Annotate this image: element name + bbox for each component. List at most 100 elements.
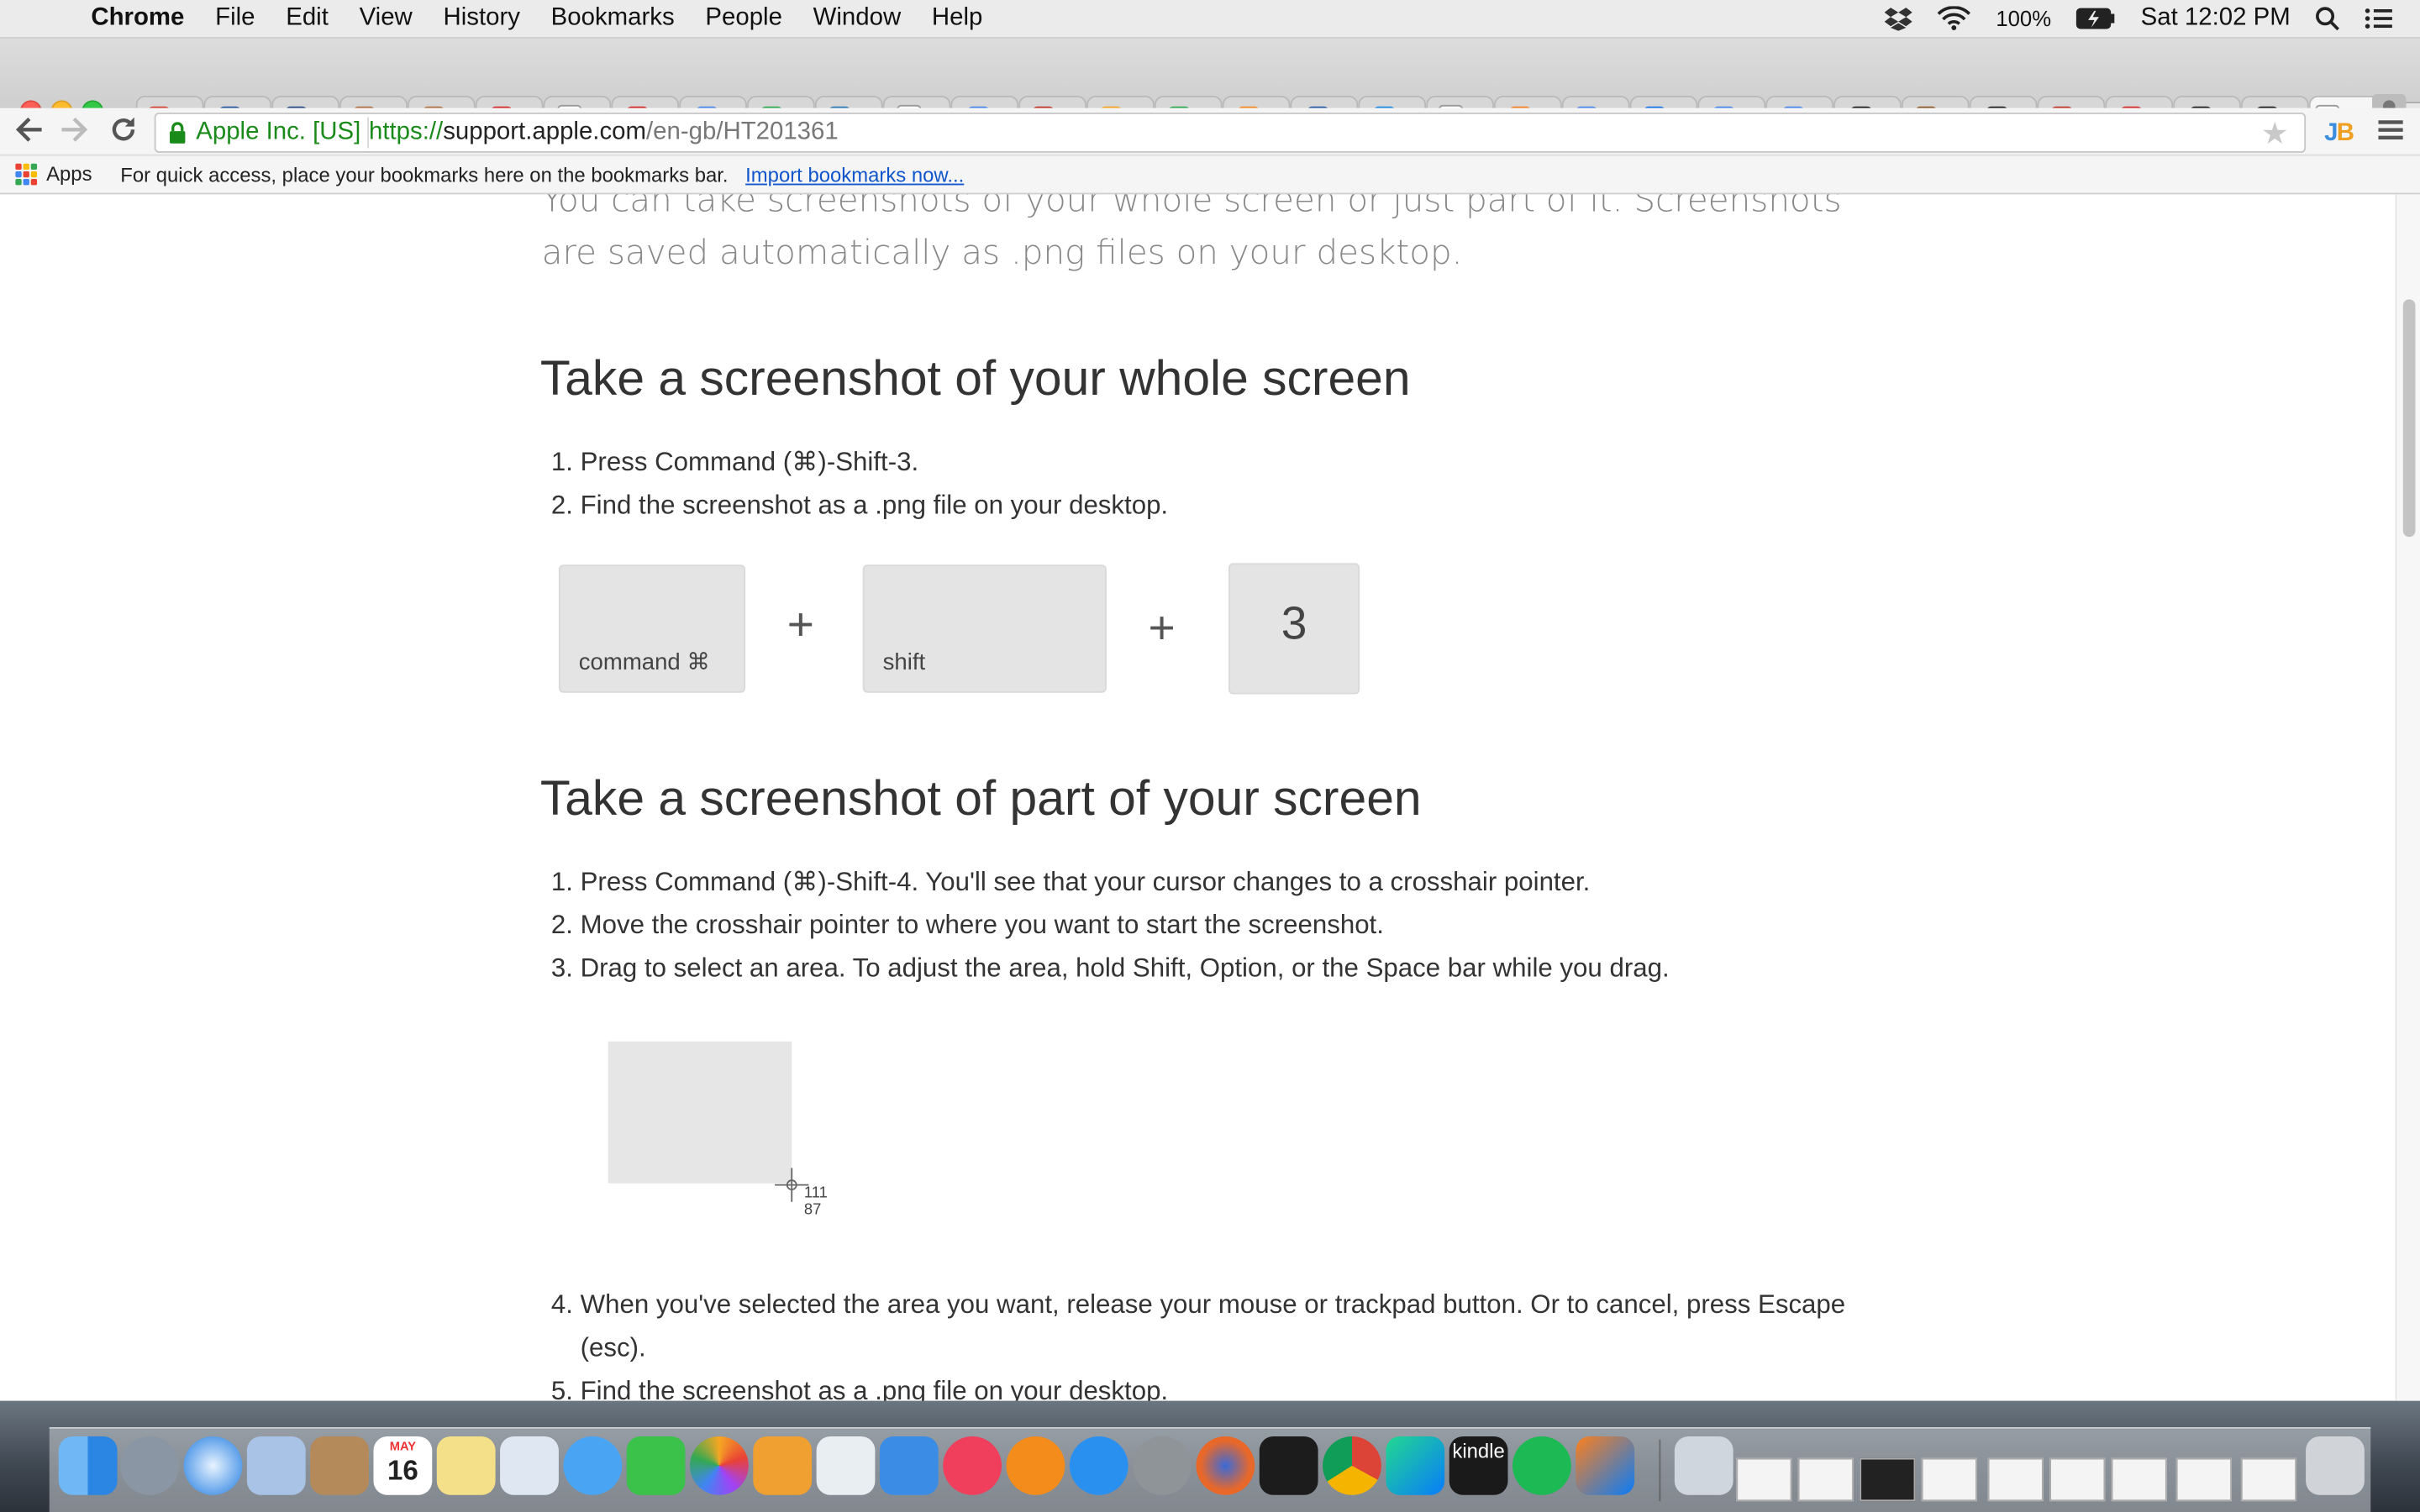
list-item: Move the crosshair pointer to where you … <box>581 904 1670 947</box>
page-scrollbar[interactable] <box>2395 194 2420 1401</box>
status-area: 100% Sat 12:02 PM <box>1885 5 2392 33</box>
itunes-icon[interactable] <box>943 1436 1002 1495</box>
minimized-window-thumbnail[interactable] <box>2111 1457 2167 1502</box>
menu-bookmarks[interactable]: Bookmarks <box>551 5 675 33</box>
menu-history[interactable]: History <box>444 5 520 33</box>
url-text[interactable]: https://support.apple.com/en-gb/HT201361 <box>369 118 839 149</box>
calendar-day: 16 <box>387 1455 418 1486</box>
menu-view[interactable]: View <box>360 5 413 33</box>
tab-strip: InpACFpFn"AHLcCVATJnNnwVnccNjlETtlTH× <box>0 38 2420 138</box>
minimized-window-thumbnail[interactable] <box>1860 1457 1916 1502</box>
minimized-window-thumbnail[interactable] <box>2175 1457 2232 1502</box>
spotify-icon[interactable] <box>1512 1436 1571 1495</box>
browser-toolbar: Apple Inc. [US] https://support.apple.co… <box>0 108 2420 156</box>
dropbox-icon[interactable] <box>1885 6 1913 31</box>
safari-icon[interactable] <box>183 1436 243 1495</box>
battery-icon[interactable] <box>2075 8 2116 29</box>
preview-icon[interactable] <box>500 1436 559 1495</box>
menu-app-name[interactable]: Chrome <box>91 5 184 33</box>
shift-key-illustration: shift <box>862 564 1107 693</box>
terminal-icon[interactable] <box>1259 1436 1318 1495</box>
calendar-month: MAY <box>389 1439 417 1454</box>
import-bookmarks-link[interactable]: Import bookmarks now... <box>745 164 964 187</box>
three-key-illustration: 3 <box>1228 563 1360 695</box>
photos-icon[interactable] <box>690 1436 749 1495</box>
chrome-icon[interactable] <box>1323 1436 1381 1495</box>
apps-label: Apps <box>46 161 92 186</box>
menu-help[interactable]: Help <box>932 5 982 33</box>
pages-icon[interactable] <box>753 1436 813 1495</box>
web-page: You can take screenshots of your whole s… <box>0 194 2420 1401</box>
menu-edit[interactable]: Edit <box>286 5 329 33</box>
launchpad-icon[interactable] <box>120 1436 180 1495</box>
command-key-label: command ⌘ <box>578 649 710 676</box>
url-scheme: https:// <box>368 118 444 145</box>
three-key-label: 3 <box>1281 598 1307 650</box>
selection-height-readout: 87 <box>803 1201 822 1220</box>
battery-percent: 100% <box>1996 6 2052 31</box>
menu-clock[interactable]: Sat 12:02 PM <box>2141 5 2291 33</box>
dock-separator <box>1659 1439 1661 1502</box>
messages-icon[interactable] <box>563 1436 623 1495</box>
kindle-icon[interactable]: kindle <box>1449 1436 1508 1495</box>
apps-shortcut[interactable]: Apps <box>15 161 92 186</box>
kindle-label: kindle <box>1452 1439 1505 1463</box>
intro-paragraph: You can take screenshots of your whole s… <box>541 194 1842 274</box>
bookmark-star-icon[interactable]: ★ <box>2261 114 2289 153</box>
trash-icon[interactable] <box>2306 1436 2365 1495</box>
mail-hawk-icon[interactable] <box>246 1436 306 1495</box>
firefox-icon[interactable] <box>1196 1436 1255 1495</box>
steps-part-screen: Press Command (⌘)-Shift-4. You'll see th… <box>542 861 1670 990</box>
wifi-icon[interactable] <box>1938 6 1971 30</box>
bookmarks-hint: For quick access, place your bookmarks h… <box>120 163 729 187</box>
ev-certificate-badge[interactable]: Apple Inc. [US] <box>162 117 369 149</box>
webstorm-icon[interactable] <box>1386 1436 1445 1495</box>
app-store-icon[interactable] <box>1069 1436 1128 1495</box>
plus-sign: + <box>1148 603 1176 654</box>
intellij-icon[interactable] <box>1576 1436 1635 1495</box>
minimized-window-thumbnail[interactable] <box>2049 1457 2106 1502</box>
notes-icon[interactable] <box>436 1436 496 1495</box>
spotlight-search-icon[interactable] <box>2315 6 2339 31</box>
minimized-window-thumbnail[interactable] <box>1921 1457 1977 1502</box>
menu-people[interactable]: People <box>705 5 782 33</box>
section-heading-part-screen: Take a screenshot of part of your screen <box>539 769 1422 826</box>
command-key-illustration: command ⌘ <box>558 564 746 693</box>
forward-arrow-icon[interactable] <box>60 117 88 142</box>
steps-whole-screen: Press Command (⌘)-Shift-3. Find the scre… <box>542 441 1169 528</box>
notification-center-icon[interactable] <box>2365 8 2392 29</box>
system-preferences-icon[interactable] <box>1133 1436 1192 1495</box>
keynote-icon[interactable] <box>879 1436 939 1495</box>
steps-part-screen-continued: When you've selected the area you want, … <box>542 1284 1846 1401</box>
minimized-window-thumbnail[interactable] <box>1797 1457 1854 1502</box>
url-host: support.apple.com <box>443 118 646 145</box>
minimized-window-thumbnail[interactable] <box>1736 1457 1792 1502</box>
minimized-window-thumbnail[interactable] <box>1987 1457 2044 1502</box>
selection-width-readout: 111 <box>803 1184 828 1202</box>
back-arrow-icon[interactable] <box>15 117 43 142</box>
menu-bar: Chrome File Edit View History Bookmarks … <box>0 0 2420 39</box>
chrome-menu-icon[interactable] <box>2378 118 2403 140</box>
selection-area-illustration <box>608 1041 792 1184</box>
contacts-icon[interactable] <box>310 1436 369 1495</box>
ev-label: Apple Inc. [US] <box>196 118 361 145</box>
list-item: Find the screenshot as a .png file on yo… <box>581 485 1169 528</box>
list-item: Press Command (⌘)-Shift-4. You'll see th… <box>581 861 1670 904</box>
numbers-icon[interactable] <box>816 1436 876 1495</box>
section-heading-whole-screen: Take a screenshot of your whole screen <box>539 349 1411 407</box>
documents-stack-icon[interactable] <box>1674 1436 1733 1495</box>
address-bar[interactable]: Apple Inc. [US] https://support.apple.co… <box>154 113 2307 153</box>
menu-file[interactable]: File <box>215 5 255 33</box>
finder-icon[interactable] <box>58 1436 118 1495</box>
reload-icon[interactable] <box>109 116 137 144</box>
scrollbar-thumb[interactable] <box>2402 299 2416 538</box>
calendar-icon[interactable]: MAY 16 <box>373 1436 433 1495</box>
list-item: Press Command (⌘)-Shift-3. <box>581 441 1169 484</box>
jetbrains-extension-icon[interactable]: JB <box>2321 113 2355 149</box>
menu-window[interactable]: Window <box>813 5 902 33</box>
facetime-icon[interactable] <box>626 1436 686 1495</box>
shift-key-label: shift <box>882 649 926 676</box>
url-path: /en-gb/HT201361 <box>645 118 839 145</box>
ibooks-icon[interactable] <box>1006 1436 1065 1495</box>
minimized-window-thumbnail[interactable] <box>2240 1457 2297 1502</box>
